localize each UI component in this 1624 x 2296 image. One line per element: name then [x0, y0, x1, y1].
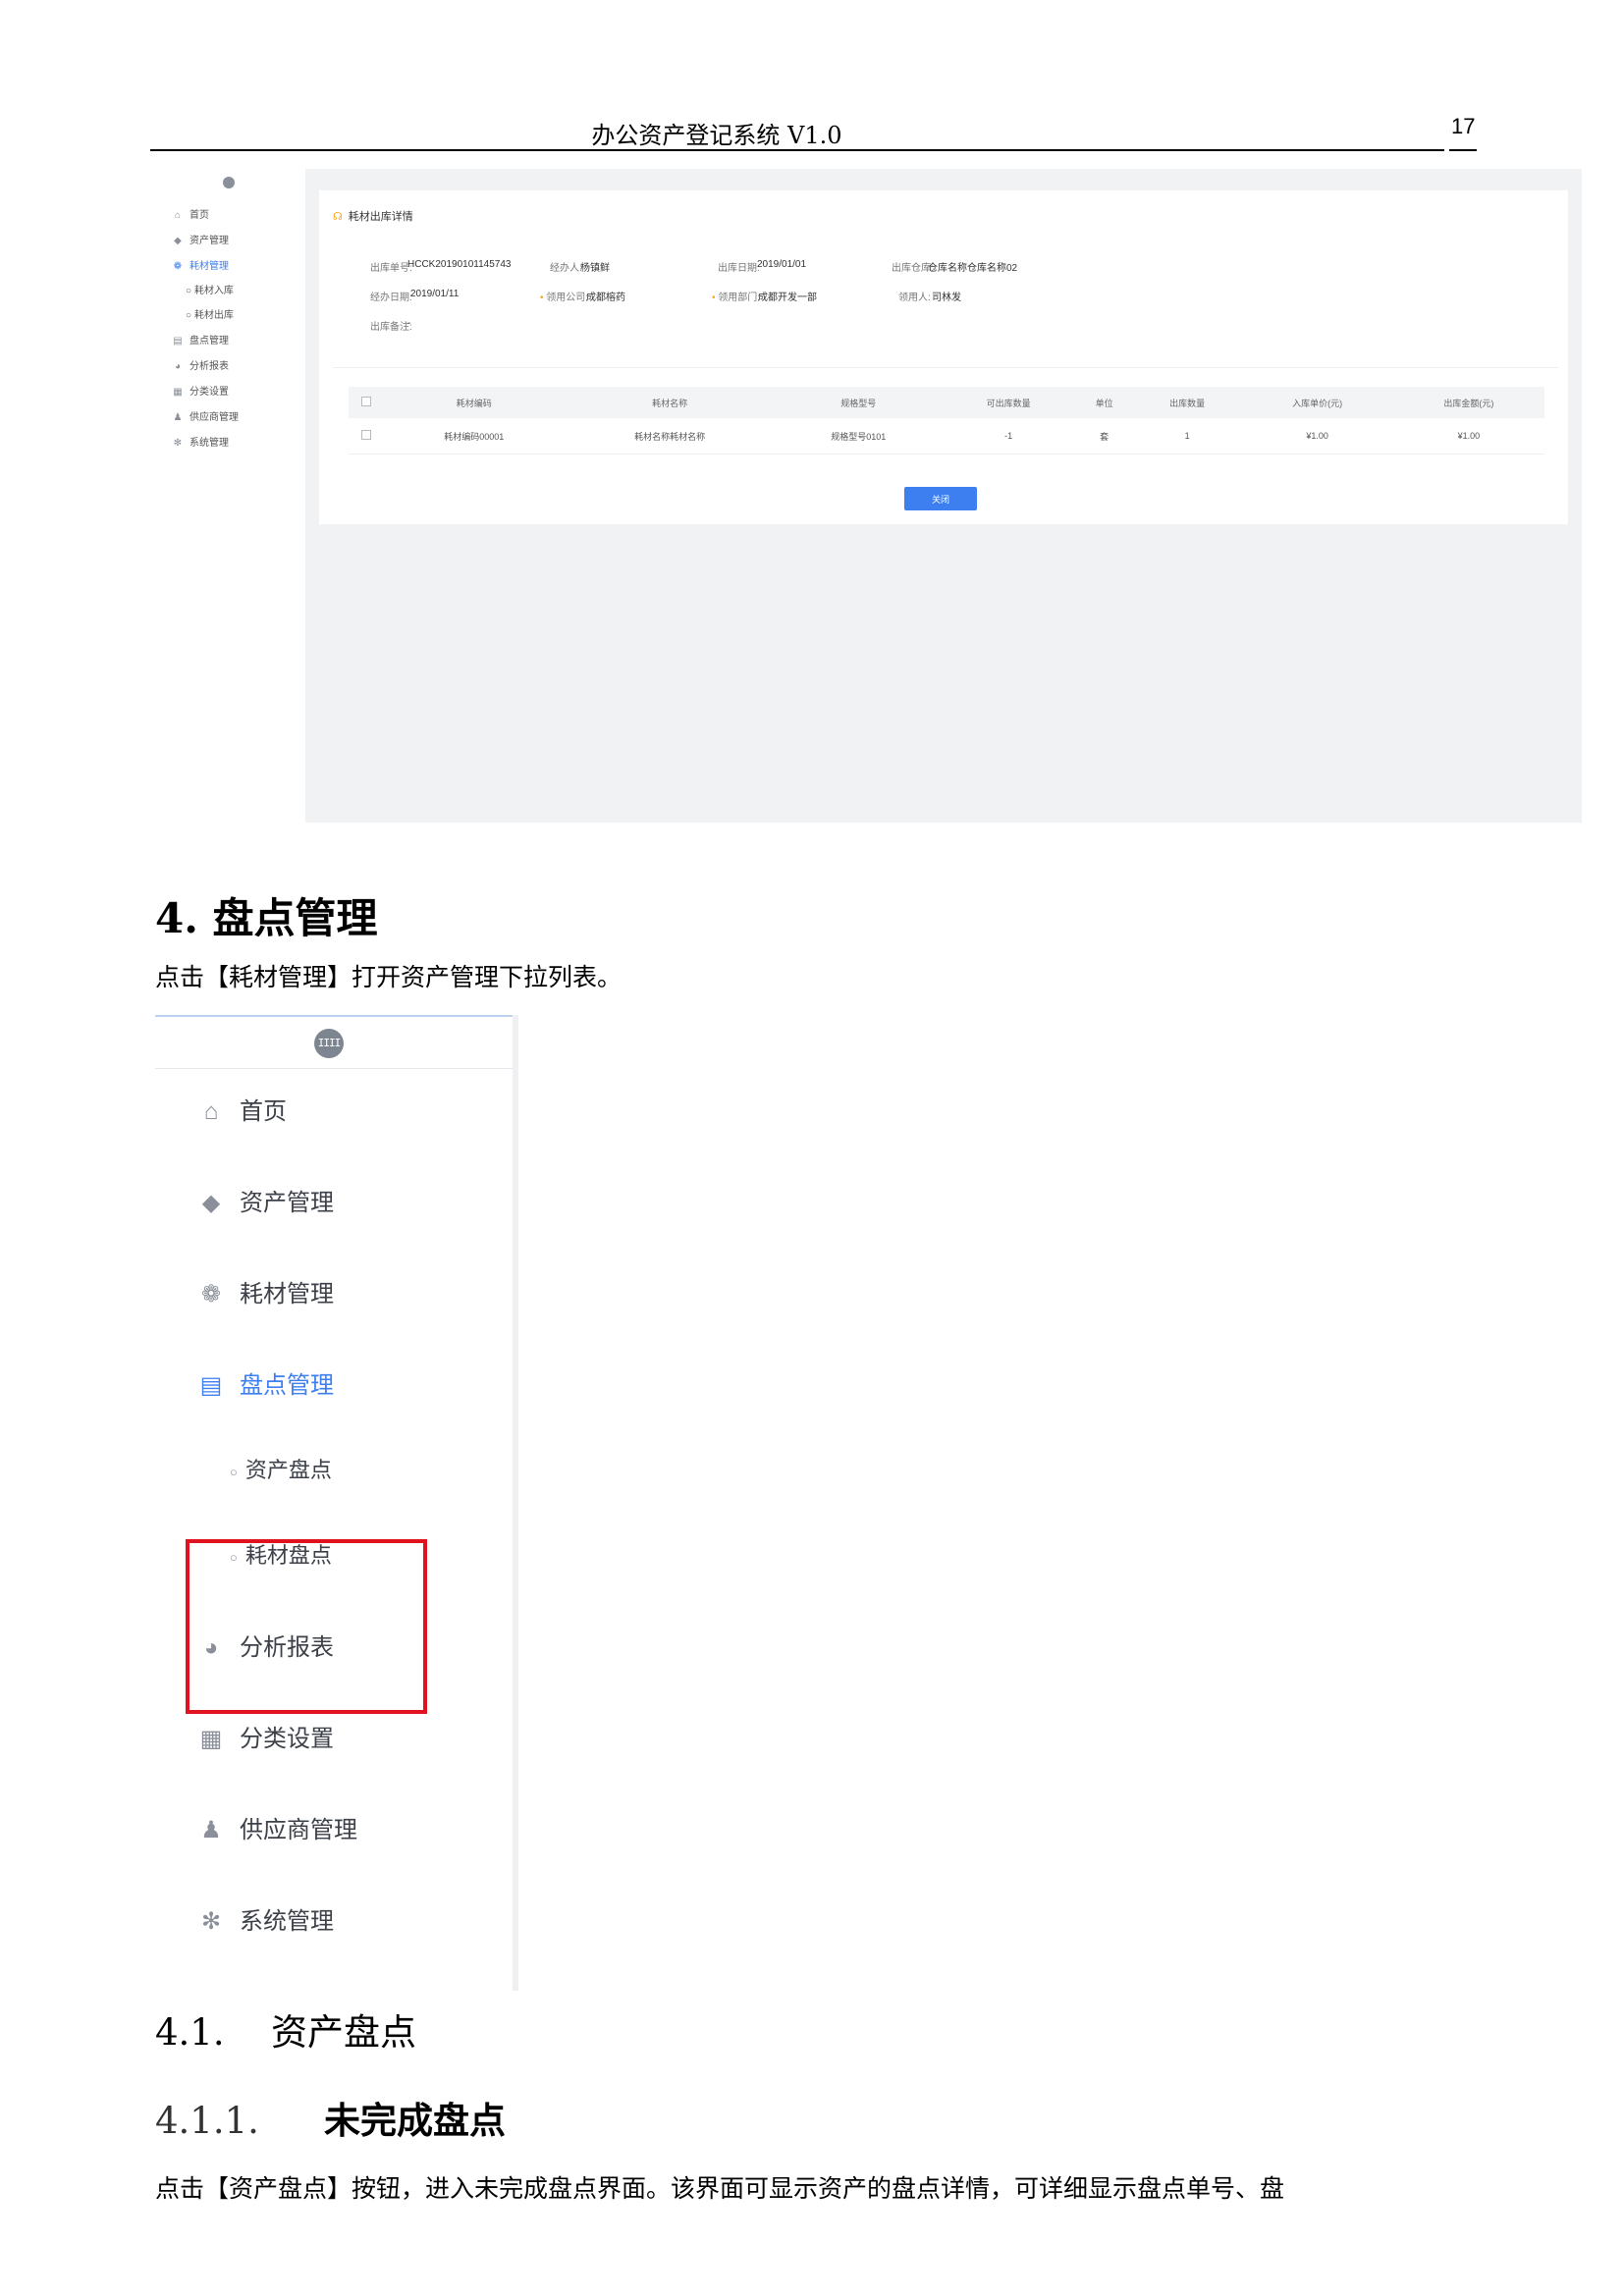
sidebar-item-consumables[interactable]: ❁ 耗材管理 [196, 1274, 334, 1308]
dept-label: • 领用部门: [712, 293, 761, 303]
out-date-value: 2019/01/01 [757, 259, 807, 270]
page-number: 17 [1451, 114, 1476, 138]
gear-icon: ✻ [200, 1908, 222, 1935]
column-header: 出库金额(元) [1392, 387, 1544, 418]
out-no-label: 出库单号: [370, 263, 412, 274]
highlight-box [186, 1539, 427, 1714]
row-checkbox[interactable] [349, 418, 384, 454]
user-icon: ♟ [200, 1817, 222, 1843]
handler-value: 杨镇鲜 [580, 263, 610, 274]
table-cell: 耗材编码00001 [384, 418, 565, 454]
home-icon: ⌂ [203, 1098, 219, 1125]
sidebar-item-home[interactable]: ⌂ 首页 [172, 206, 209, 221]
sidebar-item-inventory[interactable]: ▤ 盘点管理 [172, 332, 229, 347]
sidebar-item-inventory[interactable]: ▤ 盘点管理 [196, 1365, 334, 1400]
intro-paragraph: 点击【耗材管理】打开资产管理下拉列表。 [155, 963, 623, 991]
warehouse-value: 仓库名称仓库名称02 [928, 263, 1018, 274]
recipient-value: 司林发 [932, 293, 961, 303]
remark-label: 出库备注: [370, 322, 412, 333]
screenshot-outbound-detail: ⌂ 首页 ◆ 资产管理 ❁ 耗材管理 ○ 耗材入库 ○ 耗材出库 ▤ 盘点管理 ◕ 分析报… [150, 169, 1582, 823]
sidebar: ⌂ 首页 ◆ 资产管理 ❁ 耗材管理 ○ 耗材入库 ○ 耗材出库 ▤ 盘点管理 ◕ 分析报… [150, 169, 299, 823]
consumables-icon: ❁ [173, 261, 183, 272]
subsection-heading: 4.1. 资产盘点 [155, 2011, 416, 2054]
cube-icon: ◆ [201, 1190, 221, 1216]
handler-label: 经办人: [550, 263, 582, 274]
home-icon: ⌂ [174, 210, 182, 221]
table-cell: 套 [1075, 418, 1133, 454]
detail-card: ☊ 耗材出库详情 出库单号: HCCK20190101145743 经办人: 杨镇… [319, 190, 1568, 524]
sidebar-item-suppliers[interactable]: ♟ 供应商管理 [196, 1810, 357, 1844]
logo-icon [223, 177, 235, 188]
column-header: 入库单价(元) [1241, 387, 1393, 418]
out-no-value: HCCK20190101145743 [407, 259, 512, 270]
select-all-checkbox[interactable] [349, 387, 384, 418]
sidebar-item-home[interactable]: ⌂ 首页 [196, 1092, 287, 1126]
sidebar-item-categories[interactable]: ▦ 分类设置 [196, 1719, 334, 1753]
subsubsection-heading: 4.1.1. 未完成盘点 [155, 2099, 506, 2142]
close-button[interactable]: 关闭 [904, 487, 977, 510]
page-number-rule [1449, 149, 1477, 151]
consumables-table: 耗材编码 耗材名称 规格型号 可出库数量 单位 出库数量 入库单价(元) 出库金… [349, 387, 1544, 454]
recipient-label: 领用人: [898, 293, 931, 303]
column-header: 规格型号 [775, 387, 942, 418]
body-paragraph: 点击【资产盘点】按钮，进入未完成盘点界面。该界面可显示资产的盘点详情，可详细显示… [155, 2174, 1285, 2203]
handle-date-label: 经办日期: [370, 293, 412, 303]
sidebar-subitem-consumable-in[interactable]: ○ 耗材入库 [186, 282, 234, 296]
user-icon: ♟ [173, 412, 183, 423]
grid-icon: ▦ [199, 1726, 223, 1752]
dept-value: 成都开发一部 [758, 293, 817, 303]
sidebar-subitem-asset-inventory[interactable]: ○ 资产盘点 [230, 1453, 332, 1484]
main-content: ☊ 耗材出库详情 出库单号: HCCK20190101145743 经办人: 杨镇… [305, 169, 1582, 823]
table-cell: ¥1.00 [1241, 418, 1393, 454]
grid-icon: ▦ [173, 387, 183, 398]
sidebar-item-suppliers[interactable]: ♟ 供应商管理 [172, 408, 239, 423]
calendar-icon: ▤ [199, 1372, 223, 1399]
card-title: ☊ 耗材出库详情 [333, 211, 413, 223]
sidebar-item-assets[interactable]: ◆ 资产管理 [172, 232, 229, 246]
sidebar-item-categories[interactable]: ▦ 分类设置 [172, 383, 229, 398]
table-row: 耗材编码00001 耗材名称耗材名称 规格型号0101 -1 套 1 ¥1.00… [349, 418, 1544, 454]
sidebar-item-consumables[interactable]: ❁ 耗材管理 [172, 257, 229, 272]
logo-icon: IIII [314, 1029, 344, 1058]
company-value: 成都榕药 [586, 293, 625, 303]
sidebar-edge [513, 1015, 518, 1991]
out-date-label: 出库日期: [718, 263, 760, 274]
pie-chart-icon: ◕ [174, 361, 182, 372]
column-header: 可出库数量 [941, 387, 1076, 418]
table-cell: 耗材名称耗材名称 [564, 418, 776, 454]
column-header: 耗材名称 [564, 387, 776, 418]
screenshot-sidebar: IIII ⌂ 首页 ◆ 资产管理 ❁ 耗材管理 ▤ 盘点管理 ○ 资产盘点 ○ 耗材盘点 ◕… [155, 1015, 518, 1991]
table-cell: 规格型号0101 [775, 418, 942, 454]
calendar-icon: ▤ [173, 336, 183, 347]
divider [333, 367, 1558, 368]
column-header: 单位 [1075, 387, 1133, 418]
circle-icon: ○ [230, 1464, 238, 1479]
gear-icon: ✻ [173, 438, 183, 449]
table-cell: ¥1.00 [1392, 418, 1544, 454]
company-label: • 领用公司: [540, 293, 589, 303]
cube-icon: ◆ [174, 236, 182, 246]
column-header: 耗材编码 [384, 387, 565, 418]
table-cell: 1 [1132, 418, 1242, 454]
document-header-title: 办公资产登记系统 V1.0 [591, 122, 842, 149]
remark-value: - [407, 318, 411, 329]
consumables-icon: ❁ [200, 1281, 222, 1308]
sidebar-item-system[interactable]: ✻ 系统管理 [172, 434, 229, 449]
handle-date-value: 2019/01/11 [410, 289, 460, 299]
table-cell: -1 [941, 418, 1076, 454]
sidebar-item-system[interactable]: ✻ 系统管理 [196, 1901, 334, 1936]
sidebar-item-assets[interactable]: ◆ 资产管理 [196, 1183, 334, 1217]
sidebar-item-reports[interactable]: ◕ 分析报表 [172, 357, 229, 372]
section-heading: 4. 盘点管理 [155, 894, 378, 942]
column-header: 出库数量 [1132, 387, 1242, 418]
header-rule [150, 149, 1444, 151]
logo-bar: IIII [155, 1017, 514, 1069]
sidebar-subitem-consumable-out[interactable]: ○ 耗材出库 [186, 306, 234, 321]
table-header-row: 耗材编码 耗材名称 规格型号 可出库数量 单位 出库数量 入库单价(元) 出库金… [349, 387, 1544, 418]
headset-icon: ☊ [333, 211, 343, 223]
